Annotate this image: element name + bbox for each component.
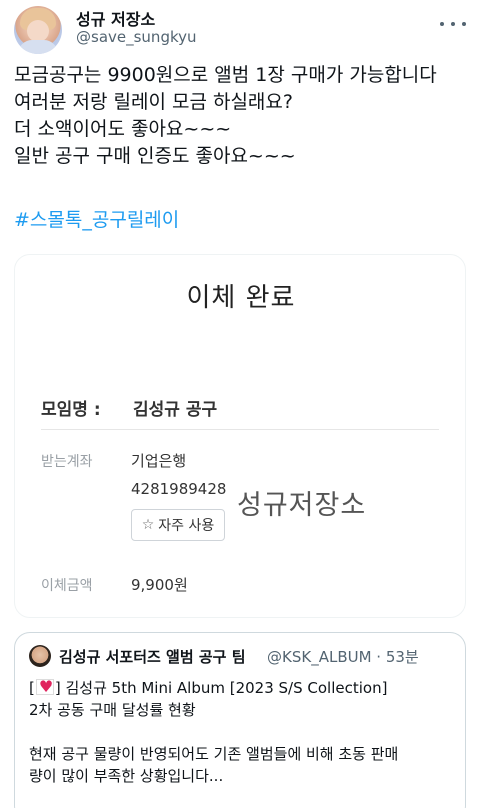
quoted-author-handle: @KSK_ALBUM · 53분 — [267, 648, 419, 666]
tweet-line: 일반 공구 구매 인증도 좋아요~~~ — [14, 145, 296, 167]
author-handle[interactable]: @save_sungkyu — [76, 28, 197, 46]
account-number: 4281989428 — [131, 480, 227, 498]
quoted-line: 2차 공동 구매 달성률 현황 — [29, 701, 196, 719]
author-name[interactable]: 성규 저장소 — [76, 6, 155, 30]
tweet-line: 여러분 저랑 릴레이 모금 하실래요? — [14, 91, 293, 113]
quoted-line: [] 김성규 5th Mini Album [2023 S/S Collecti… — [29, 676, 459, 699]
group-value: 김성규 공구 — [133, 400, 218, 420]
quoted-line: 량이 많이 부족한 상황입니다... — [29, 767, 224, 785]
more-icon[interactable] — [440, 14, 466, 34]
quoted-avatar — [29, 645, 51, 667]
author-avatar[interactable] — [14, 6, 62, 54]
hashtag-link[interactable]: #스몰톡_공구릴레이 — [14, 205, 179, 232]
tweet-header: 성규 저장소 @save_sungkyu — [0, 0, 480, 58]
quoted-line-prefix: [ — [29, 679, 35, 697]
attached-image[interactable]: 이체 완료 모임명 : 김성규 공구 받는계좌 기업은행 4281989428 … — [14, 254, 466, 618]
quoted-author-name: 김성규 서포터즈 앨범 공구 팀 — [59, 648, 246, 666]
watermark-text: 성규저장소 — [237, 490, 367, 521]
quoted-line-rest: 김성규 5th Mini Album [2023 S/S Collection] — [60, 679, 388, 697]
quoted-line: 현재 공구 물량이 반영되어도 기존 앨범들에 비해 초동 판매 — [29, 745, 399, 763]
tweet-line: 더 소액이어도 좋아요~~~ — [14, 118, 232, 140]
quoted-text: [] 김성규 5th Mini Album [2023 S/S Collecti… — [29, 676, 459, 787]
star-icon: ☆ — [141, 517, 155, 533]
amount-label: 이체금액 — [41, 578, 93, 594]
favorite-button: ☆ 자주 사용 — [131, 509, 225, 541]
transfer-title: 이체 완료 — [186, 283, 296, 313]
amount-value: 9,900원 — [131, 576, 188, 594]
account-label: 받는계좌 — [41, 454, 93, 470]
tweet-line: 모금공구는 9900원으로 앨범 1장 구매가 가능합니다 — [14, 64, 437, 86]
divider — [41, 429, 439, 430]
quoted-tweet[interactable]: 김성규 서포터즈 앨범 공구 팀 @KSK_ALBUM · 53분 [] 김성규… — [14, 632, 466, 808]
tweet-text: 모금공구는 9900원으로 앨범 1장 구매가 가능합니다 여러분 저랑 릴레이… — [14, 62, 474, 170]
bank-name: 기업은행 — [131, 452, 187, 470]
group-label: 모임명 : — [41, 400, 101, 420]
heart-icon — [35, 676, 54, 698]
favorite-label: 자주 사용 — [158, 518, 215, 534]
